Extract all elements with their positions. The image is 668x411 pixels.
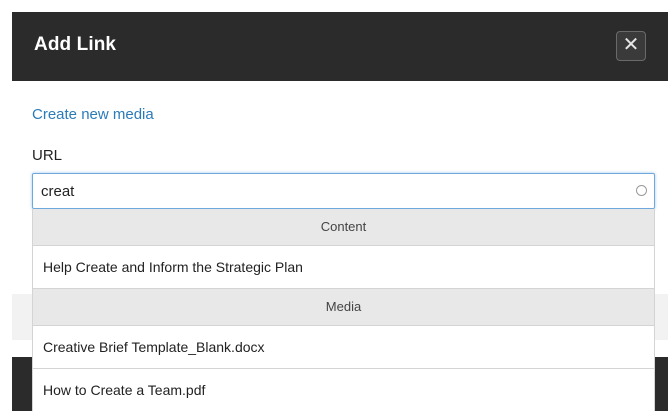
- dialog-header: Add Link ✕: [12, 12, 668, 81]
- url-input[interactable]: [33, 174, 623, 208]
- url-field[interactable]: [32, 173, 655, 209]
- dialog-body: Create new media URL Content Help Create…: [12, 81, 668, 411]
- create-new-media-link[interactable]: Create new media: [32, 105, 154, 125]
- group-header-content: Content: [33, 209, 654, 246]
- add-link-dialog: Add Link ✕ Create new media URL Content …: [12, 12, 668, 411]
- suggestion-item[interactable]: Help Create and Inform the Strategic Pla…: [33, 246, 654, 289]
- close-button[interactable]: ✕: [616, 31, 646, 61]
- url-label: URL: [32, 147, 63, 164]
- suggestion-item[interactable]: How to Create a Team.pdf: [33, 369, 654, 411]
- close-icon: ✕: [622, 34, 640, 56]
- group-header-media: Media: [33, 289, 654, 326]
- spinner-icon: [636, 185, 647, 196]
- dialog-title: Add Link: [34, 34, 117, 55]
- suggestion-item[interactable]: Creative Brief Template_Blank.docx: [33, 326, 654, 369]
- autocomplete-dropdown: Content Help Create and Inform the Strat…: [32, 209, 655, 411]
